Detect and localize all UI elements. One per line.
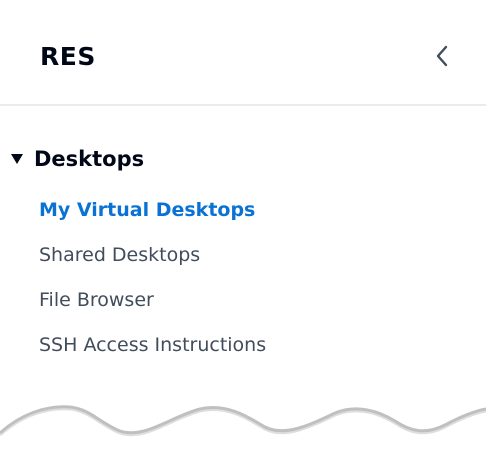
nav-item-file-browser[interactable]: File Browser xyxy=(39,284,266,329)
desktops-section-toggle[interactable]: Desktops xyxy=(10,144,144,174)
nav-list: My Virtual Desktops Shared Desktops File… xyxy=(39,194,266,374)
nav-item-shared-desktops[interactable]: Shared Desktops xyxy=(39,239,266,284)
collapse-navigation-button[interactable] xyxy=(424,38,460,74)
app-title[interactable]: RES xyxy=(40,42,96,71)
caret-down-icon xyxy=(11,154,23,164)
nav-item-ssh-access-instructions[interactable]: SSH Access Instructions xyxy=(39,329,266,374)
nav-item-my-virtual-desktops[interactable]: My Virtual Desktops xyxy=(39,194,266,239)
chevron-left-icon xyxy=(436,45,448,67)
section-title: Desktops xyxy=(34,147,145,171)
torn-edge-decoration xyxy=(0,405,486,451)
nav-header: RES xyxy=(0,0,486,106)
